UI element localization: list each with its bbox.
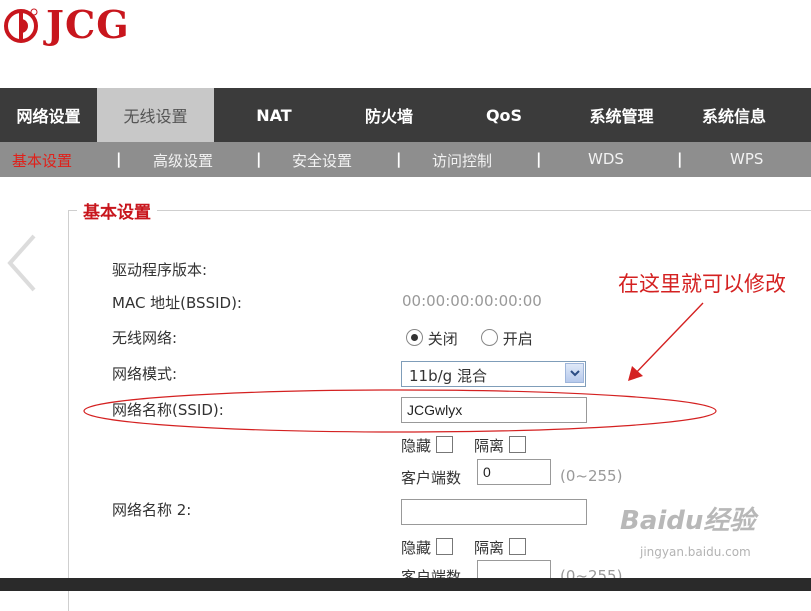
bottom-bar xyxy=(0,578,811,591)
annotation-text: 在这里就可以修改 xyxy=(618,272,786,296)
watermark-logo: Baidu经验 xyxy=(620,506,756,536)
annotation-ellipse xyxy=(83,389,717,433)
watermark-url: jingyan.baidu.com xyxy=(640,545,751,559)
annotation-arrow-line xyxy=(632,302,704,377)
